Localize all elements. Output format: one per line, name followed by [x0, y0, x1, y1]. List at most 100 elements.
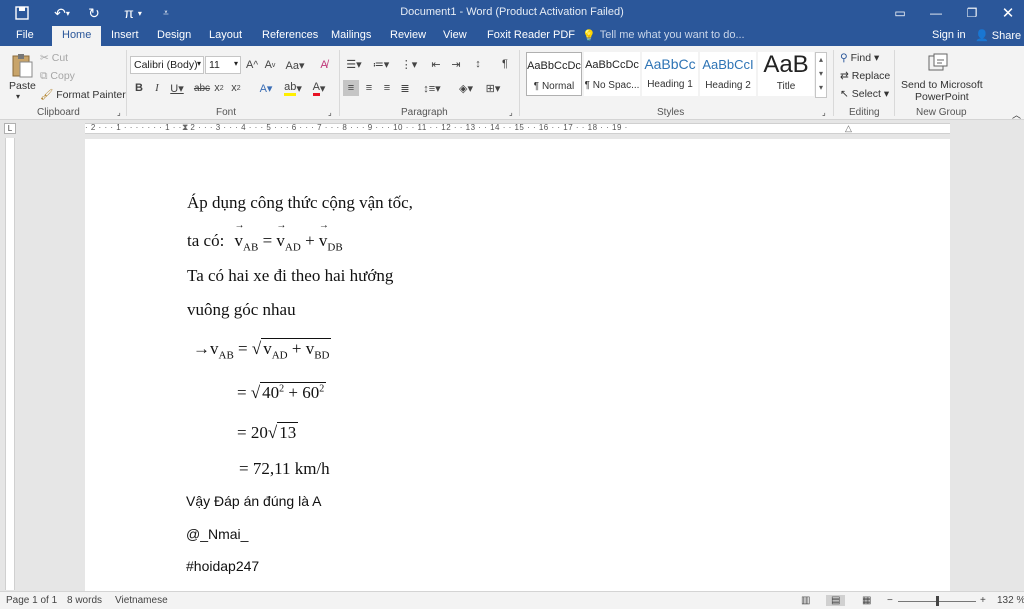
web-layout-icon[interactable]: ▦: [862, 595, 871, 606]
justify-icon[interactable]: ≣: [397, 80, 413, 96]
tab-layout[interactable]: Layout: [209, 29, 242, 41]
page-count[interactable]: Page 1 of 1: [6, 595, 57, 606]
align-center-icon[interactable]: ≡: [361, 80, 377, 96]
underline-icon[interactable]: U▾: [168, 80, 186, 96]
vertical-ruler[interactable]: [5, 138, 15, 590]
new-group-label: New Group: [916, 107, 967, 118]
replace-button[interactable]: ⇄ Replace: [840, 70, 890, 82]
shading-icon[interactable]: ◈▾: [455, 80, 477, 96]
strikethrough-icon[interactable]: abc: [194, 80, 210, 96]
tab-insert[interactable]: Insert: [111, 29, 139, 41]
increase-indent-icon[interactable]: ⇥: [448, 56, 464, 72]
tell-me-search[interactable]: 💡 Tell me what you want to do...: [582, 29, 745, 42]
select-button[interactable]: ↖ Select ▾: [840, 88, 889, 100]
tab-mailings[interactable]: Mailings: [331, 29, 371, 41]
print-layout-icon[interactable]: ▤: [826, 595, 846, 606]
minimize-button[interactable]: —: [918, 0, 954, 26]
tab-selector[interactable]: L: [4, 123, 16, 134]
find-button[interactable]: ⚲ Find ▾: [840, 52, 879, 64]
style-normal[interactable]: AaBbCcDc ¶ Normal: [526, 52, 582, 96]
shrink-font-icon[interactable]: Av: [262, 57, 278, 73]
font-size-dropdown[interactable]: 11 ▾: [205, 56, 241, 74]
show-formatting-marks-icon[interactable]: ¶: [498, 56, 512, 72]
styles-scroll[interactable]: ▴ ▾ ▾: [815, 52, 827, 98]
tab-references[interactable]: References: [262, 29, 318, 41]
bullets-icon[interactable]: ☰▾: [343, 56, 365, 72]
superscript-icon[interactable]: x2: [229, 80, 243, 96]
share-button[interactable]: 👤 Share: [975, 29, 1021, 42]
italic-icon[interactable]: I: [151, 80, 163, 96]
font-name-dropdown[interactable]: Calibri (Body) ▾: [130, 56, 204, 74]
style-title[interactable]: AaB Title: [758, 52, 814, 96]
tab-view[interactable]: View: [443, 29, 467, 41]
font-name-value: Calibri (Body): [134, 59, 198, 71]
read-mode-icon[interactable]: ▥: [801, 595, 810, 606]
style-heading-2[interactable]: AaBbCcI Heading 2: [700, 52, 756, 96]
status-bar: Page 1 of 1 8 words Vietnamese ▥ ▤ ▦ − +…: [0, 591, 1024, 609]
word-count[interactable]: 8 words: [67, 595, 102, 606]
multilevel-list-icon[interactable]: ⋮▾: [398, 56, 420, 72]
tab-review[interactable]: Review: [390, 29, 426, 41]
tab-file[interactable]: File: [16, 29, 34, 41]
align-left-icon[interactable]: ≡: [343, 80, 359, 96]
copy-button[interactable]: ⧉ Copy: [40, 70, 75, 83]
equation-velocity-sum: vAB = vAD + vDB: [235, 220, 343, 253]
clipboard-launcher-icon[interactable]: ⌟: [117, 108, 121, 117]
right-indent-marker-icon[interactable]: △: [845, 123, 852, 134]
doc-line-8: = 72,11 km/h: [239, 459, 330, 478]
grow-font-icon[interactable]: A ^: [244, 57, 260, 73]
zoom-in-icon[interactable]: +: [980, 595, 986, 606]
zoom-out-icon[interactable]: −: [887, 595, 893, 606]
doc-line-5: →vAB = √ vAD + vBD: [193, 338, 332, 362]
align-right-icon[interactable]: ≡: [379, 80, 395, 96]
format-painter-button[interactable]: 🖌 Format Painter: [40, 88, 126, 101]
language-indicator[interactable]: Vietnamese: [115, 595, 168, 606]
cut-button[interactable]: ✂ Cut: [40, 52, 68, 64]
editing-group-label: Editing: [849, 107, 880, 118]
clear-formatting-icon[interactable]: A̸: [316, 57, 332, 73]
divider: [519, 50, 520, 116]
tab-design[interactable]: Design: [157, 29, 191, 41]
zoom-level[interactable]: 132 %: [997, 595, 1024, 606]
send-to-powerpoint-button[interactable]: Send to Microsoft: [901, 79, 983, 91]
line-spacing-icon[interactable]: ↕≡▾: [421, 80, 443, 96]
document-page[interactable]: Áp dụng công thức cộng vận tốc, ta có: v…: [85, 139, 950, 599]
lightbulb-icon: 💡: [582, 30, 596, 42]
divider: [339, 50, 340, 116]
style-heading-1[interactable]: AaBbCc Heading 1: [642, 52, 698, 96]
clipboard-group-label: Clipboard: [37, 107, 80, 118]
close-button[interactable]: ✕: [990, 0, 1024, 26]
borders-icon[interactable]: ⊞▾: [482, 80, 504, 96]
bold-icon[interactable]: B: [133, 80, 145, 96]
font-launcher-icon[interactable]: ⌟: [328, 108, 332, 117]
sqrt-13: 13: [277, 422, 299, 442]
eq-20: 20: [250, 423, 268, 442]
paste-icon[interactable]: [8, 52, 36, 80]
zoom-slider-thumb[interactable]: [936, 596, 939, 606]
ribbon-display-options-icon[interactable]: ▭: [882, 0, 918, 26]
font-color-icon[interactable]: A ▾: [308, 80, 330, 96]
paste-button[interactable]: Paste: [9, 80, 36, 92]
send-to-powerpoint-icon[interactable]: [925, 50, 951, 76]
text-effects-icon[interactable]: A▾: [255, 80, 277, 96]
indent-marker-icon[interactable]: ⧗: [182, 122, 188, 133]
paragraph-launcher-icon[interactable]: ⌟: [509, 108, 513, 117]
numbering-icon[interactable]: ≔▾: [370, 56, 392, 72]
highlight-color-icon[interactable]: ab ▾: [282, 80, 304, 96]
share-label: Share: [991, 30, 1022, 42]
sign-in-link[interactable]: Sign in: [932, 29, 966, 41]
styles-launcher-icon[interactable]: ⌟: [822, 108, 826, 117]
decrease-indent-icon[interactable]: ⇤: [428, 56, 444, 72]
tab-foxit-reader-pdf[interactable]: Foxit Reader PDF: [487, 29, 575, 41]
search-icon: ⚲: [840, 52, 848, 64]
change-case-icon[interactable]: Aa▾: [284, 57, 306, 73]
scissors-icon: ✂: [40, 52, 49, 64]
paste-dropdown-icon[interactable]: ▾: [16, 92, 20, 101]
style-preview: AaB: [763, 52, 809, 78]
sort-icon[interactable]: ↕: [470, 56, 486, 72]
restore-button[interactable]: ❐: [954, 0, 990, 26]
horizontal-ruler[interactable]: · 2 · · · 1 · · · · · · · 1 · · · 2 · · …: [85, 122, 950, 134]
subscript-icon[interactable]: x2: [212, 80, 226, 96]
tab-home[interactable]: Home: [52, 26, 102, 46]
style-no-spacing[interactable]: AaBbCcDc ¶ No Spac...: [584, 52, 640, 96]
